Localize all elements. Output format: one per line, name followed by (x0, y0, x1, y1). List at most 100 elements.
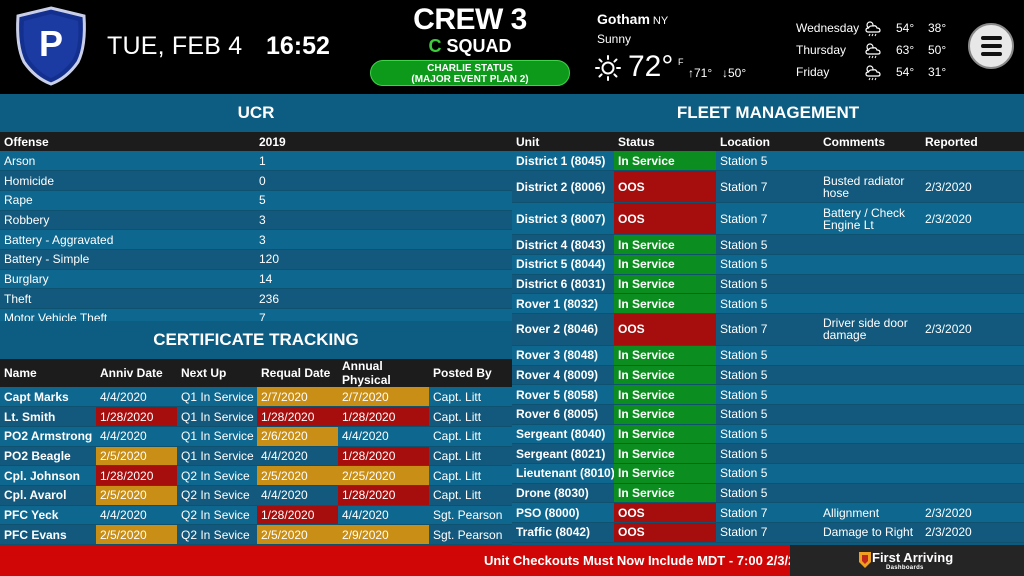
fleet-column-header: Status (614, 132, 716, 151)
fleet-cell: Sergeant (8021) (512, 443, 614, 465)
fleet-cell: Station 5 (716, 384, 819, 405)
fleet-cell: Station 7 (716, 202, 819, 236)
forecast-high: 54° (896, 21, 915, 35)
fleet-cell: Lieutenant (8010) (512, 463, 614, 484)
fleet-cell: Traffic (8042) (512, 522, 614, 543)
fleet-cell: Sergeant (8040) (512, 424, 614, 445)
ucr-cell: 5 (255, 190, 512, 211)
fleet-cell: District 2 (8006) (512, 170, 614, 204)
ucr-column-header: 2019 (255, 132, 512, 151)
table-row: District 1 (8045) In Service Station 5 (512, 151, 1024, 172)
fleet-cell (819, 274, 921, 295)
table-row: Battery - Simple 120 (0, 249, 512, 270)
fleet-cell (819, 404, 921, 425)
fleet-cell: In Service (614, 254, 716, 275)
cert-cell: PFC Evans (0, 524, 96, 545)
cert-cell: 2/5/2020 (96, 446, 177, 467)
fleet-cell: PSO (8000) (512, 502, 614, 524)
fleet-cell (819, 254, 921, 275)
fleet-cell (921, 424, 1024, 445)
cert-cell: Cpl. Avarol (0, 485, 96, 506)
fleet-column-header: Location (716, 132, 819, 151)
table-row: PSO (8000) OOS Station 7 Allignment 2/3/2020 (512, 502, 1024, 524)
table-row: Theft 236 (0, 288, 512, 309)
police-badge-logo: P (12, 6, 90, 91)
fleet-column-header: Unit (512, 132, 614, 151)
cert-cell: 2/7/2020 (338, 387, 429, 408)
ucr-cell: 3 (255, 229, 512, 250)
fleet-cell: Rover 2 (8046) (512, 313, 614, 346)
fleet-cell: In Service (614, 424, 716, 445)
table-row: Rover 2 (8046) OOS Station 7 Driver side do… (512, 313, 1024, 346)
fleet-cell: Station 5 (716, 463, 819, 484)
table-row: Battery - Aggravated 3 (0, 229, 512, 250)
cert-cell: Capt. Litt (429, 465, 512, 486)
fleet-cell: OOS (614, 313, 716, 346)
table-row: Traffic (8042) OOS Station 7 Damage to Righ… (512, 522, 1024, 543)
ucr-header-row: Offense 2019 (0, 132, 512, 151)
table-row: Cpl. Avarol 2/5/2020 Q2 In Sevice 4/4/2020 1… (0, 485, 512, 506)
table-row: District 2 (8006) OOS Station 7 Busted radi… (512, 170, 1024, 204)
cert-cell: Capt. Litt (429, 446, 512, 467)
cert-column-header: Requal Date (257, 359, 338, 387)
fleet-cell: Station 5 (716, 365, 819, 386)
ucr-cell: 14 (255, 269, 512, 290)
table-row: PO2 Armstrong 4/4/2020 Q1 In Service 2/6/20… (0, 426, 512, 447)
cert-column-header: Posted By (429, 359, 512, 387)
fleet-cell: Station 5 (716, 151, 819, 172)
fleet-cell: In Service (614, 443, 716, 465)
fleet-cell (921, 293, 1024, 314)
ucr-cell: Battery - Aggravated (0, 229, 255, 250)
cert-cell: 1/28/2020 (257, 505, 338, 526)
fleet-cell: Busted radiator hose (819, 170, 921, 204)
fleet-table: Unit Status Location Comments Reported Distri… (512, 132, 1024, 543)
cert-cell: 2/5/2020 (257, 465, 338, 486)
ucr-column-header: Offense (0, 132, 255, 151)
fleet-cell: Station 7 (716, 522, 819, 543)
fleet-cell (819, 424, 921, 445)
fleet-cell: Station 5 (716, 424, 819, 445)
cert-cell: 4/4/2020 (96, 426, 177, 447)
current-temperature: 72° (628, 50, 674, 83)
squad-label: C SQUAD (369, 36, 571, 56)
fleet-cell: Station 5 (716, 234, 819, 255)
forecast-day: Wednesday (796, 21, 860, 35)
fleet-cell (819, 365, 921, 386)
partly-cloudy-rain-icon (864, 19, 882, 40)
brand-name: First Arriving (872, 550, 954, 565)
ucr-cell: Theft (0, 288, 255, 309)
logo-letter: P (39, 23, 63, 64)
fleet-cell: Rover 5 (8058) (512, 384, 614, 405)
fleet-cell: District 6 (8031) (512, 274, 614, 295)
menu-button[interactable] (968, 23, 1014, 69)
cert-cell: Capt. Litt (429, 387, 512, 408)
cert-cell: 1/28/2020 (96, 465, 177, 486)
fleet-column-header: Reported (921, 132, 1024, 151)
sun-icon (595, 55, 621, 86)
cert-cell: 1/28/2020 (338, 406, 429, 427)
fleet-cell (819, 345, 921, 366)
fleet-cell: District 4 (8043) (512, 234, 614, 255)
fleet-column-header: Comments (819, 132, 921, 151)
cert-cell: 2/5/2020 (96, 485, 177, 506)
fleet-cell: OOS (614, 202, 716, 236)
ucr-cell: 7 (255, 308, 512, 321)
cert-column-header: Annual Physical (338, 359, 429, 387)
table-row: District 3 (8007) OOS Station 7 Battery / C… (512, 202, 1024, 236)
fleet-cell (819, 151, 921, 172)
ucr-title: UCR (0, 94, 512, 132)
table-row: District 5 (8044) In Service Station 5 (512, 254, 1024, 275)
fleet-cell: Station 5 (716, 345, 819, 366)
cert-cell: 1/28/2020 (96, 406, 177, 427)
fleet-cell (921, 443, 1024, 465)
cert-cell: 1/28/2020 (257, 406, 338, 427)
fleet-cell: District 3 (8007) (512, 202, 614, 236)
table-row: District 4 (8043) In Service Station 5 (512, 234, 1024, 255)
cert-header-row: Name Anniv Date Next Up Requal Date Annual P… (0, 359, 512, 387)
fleet-cell: 2/3/2020 (921, 170, 1024, 204)
cert-cell: Q2 In Sevice (177, 524, 257, 545)
cert-cell: Sgt. Pearson (429, 524, 512, 545)
table-row: Rover 4 (8009) In Service Station 5 (512, 365, 1024, 386)
cert-cell: Q1 In Service (177, 446, 257, 467)
cert-cell: 2/25/2020 (338, 465, 429, 486)
